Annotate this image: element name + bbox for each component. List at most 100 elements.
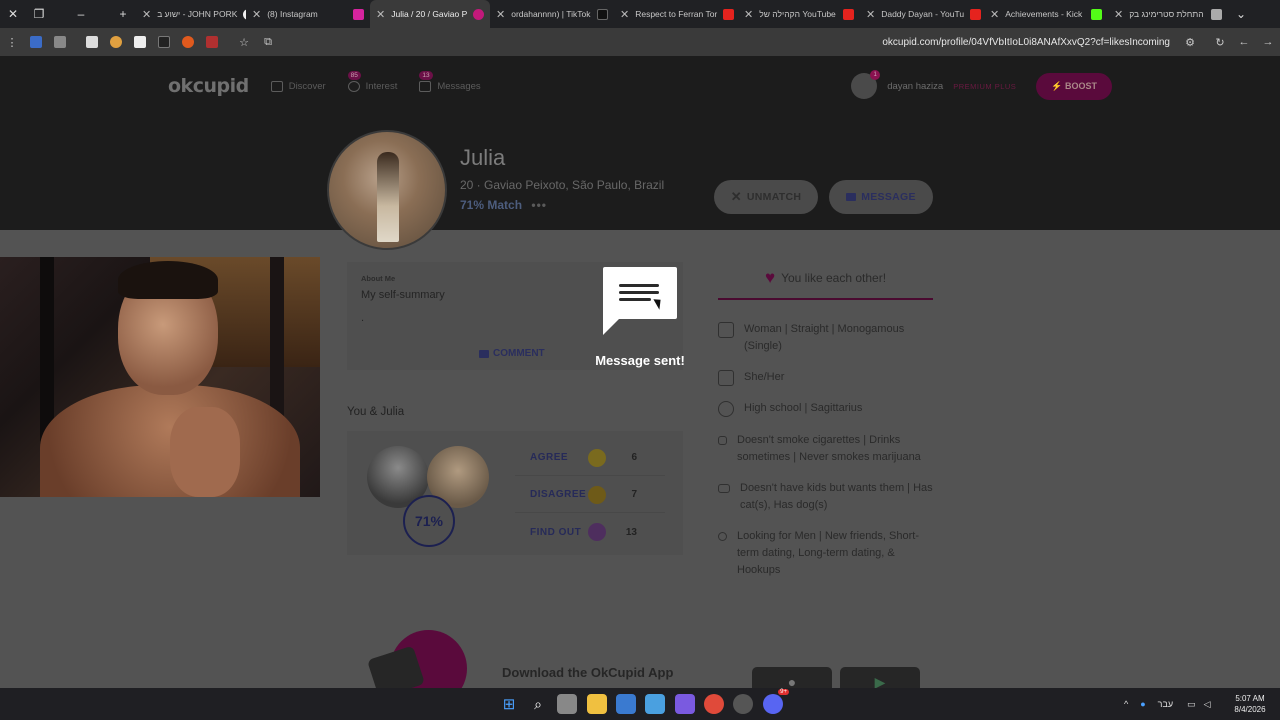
tab-close-icon[interactable]: ✕ <box>142 8 151 21</box>
nav-messages[interactable]: 13 Messages <box>419 70 481 92</box>
tab-title: (8) Instagram <box>267 9 318 19</box>
crystal-ball-icon <box>588 523 606 541</box>
tab-close-icon[interactable]: ✕ <box>1114 8 1123 21</box>
browser-tab[interactable]: ✕ Respect to Ferran Tor <box>614 0 738 28</box>
extension-icon[interactable] <box>134 36 146 48</box>
bubble-line <box>619 284 659 287</box>
google-play-button[interactable]: ▶ <box>840 667 920 688</box>
message-sent-bubble-icon <box>603 267 677 319</box>
disagree-row[interactable]: DISAGREE 7 <box>515 477 665 513</box>
app-icon[interactable] <box>733 694 753 714</box>
windows-taskbar: ⊞ ⌕ 9+ ^ ● עבר ▭ ◁ 5:07 AM 8/4/2026 <box>0 688 1280 720</box>
detail-text: Doesn't have kids but wants them | Has c… <box>740 482 933 511</box>
network-icon[interactable]: ▭ <box>1187 699 1196 710</box>
tab-title: ישוע ב - JOHN PORK <box>157 9 238 19</box>
start-icon[interactable]: ⊞ <box>499 694 519 714</box>
smile-emoji-icon <box>588 448 606 467</box>
search-icon[interactable]: ⌕ <box>528 694 548 714</box>
tab-close-icon[interactable]: ✕ <box>744 8 753 21</box>
new-tab-icon[interactable]: + <box>110 0 136 28</box>
detail-text: Looking for Men | New friends, Short-ter… <box>737 530 919 576</box>
restore-window-icon[interactable]: ❐ <box>26 0 52 28</box>
reload-icon[interactable]: ↻ <box>1208 28 1232 56</box>
tray-expand-icon[interactable]: ^ <box>1124 699 1128 709</box>
find-out-row[interactable]: FIND OUT 13 <box>515 514 665 550</box>
detail-family: Doesn't have kids but wants them | Has c… <box>718 480 933 514</box>
microphone-icon[interactable]: ● <box>1140 699 1145 709</box>
heart-icon: ♥ <box>764 268 776 287</box>
browser-tab[interactable]: ✕ (8) Instagram <box>246 0 370 28</box>
profile-photo[interactable] <box>327 130 447 250</box>
drink-icon <box>718 436 727 445</box>
detail-pronouns: She/Her <box>718 369 933 386</box>
store-icon[interactable] <box>616 694 636 714</box>
extension-icon[interactable] <box>30 36 42 48</box>
browser-tab[interactable]: ✕ Daddy Dayan - YouTu <box>860 0 984 28</box>
extension-icon[interactable] <box>182 36 194 48</box>
app-icon[interactable] <box>675 694 695 714</box>
tab-close-icon[interactable]: ✕ <box>252 8 261 21</box>
clock[interactable]: 5:07 AM 8/4/2026 <box>1228 693 1272 715</box>
detail-habits: Doesn't smoke cigarettes | Drinks someti… <box>718 432 933 466</box>
minimize-window-icon[interactable]: – <box>52 0 110 28</box>
tab-close-icon[interactable]: ✕ <box>620 8 629 21</box>
message-label: MESSAGE <box>861 191 916 203</box>
webcam-overlay <box>0 257 320 497</box>
unmatch-button[interactable]: ✕ UNMATCH <box>714 180 818 214</box>
task-view-icon[interactable] <box>557 694 577 714</box>
tab-close-icon[interactable]: ✕ <box>866 8 875 21</box>
app-store-button[interactable]: ● <box>752 667 832 688</box>
detail-looking-for: Looking for Men | New friends, Short-ter… <box>718 528 933 579</box>
address-bar[interactable]: okcupid.com/profile/04VfVbItIoL0i8ANAfXx… <box>882 37 1170 48</box>
browser-tab[interactable]: ✕ Achievements - Kick <box>984 0 1108 28</box>
okcupid-logo[interactable]: okcupid <box>168 75 249 97</box>
tab-search-chevron-icon[interactable]: ⌄ <box>1228 0 1254 28</box>
nav-interest[interactable]: 85 Interest <box>347 70 397 92</box>
message-button[interactable]: MESSAGE <box>829 180 933 214</box>
extension-icon[interactable] <box>54 36 66 48</box>
install-app-icon[interactable]: ⧉ <box>256 28 280 56</box>
detail-identity: Woman | Straight | Monogamous (Single) <box>718 321 933 355</box>
extension-icon[interactable] <box>158 36 170 48</box>
detail-text: She/Her <box>744 371 785 383</box>
unmatch-label: UNMATCH <box>746 191 802 203</box>
more-options-icon[interactable]: ••• <box>531 198 547 212</box>
extension-icon[interactable] <box>206 36 218 48</box>
file-explorer-icon[interactable] <box>587 694 607 714</box>
clock-time: 5:07 AM <box>1235 694 1265 703</box>
menu-dots-icon[interactable]: ⋮ <box>0 28 24 56</box>
notification-badge: 1 <box>870 70 881 80</box>
browser-tab-active[interactable]: ✕ Julia / 20 / Gaviao Pe <box>370 0 490 28</box>
bookmark-star-icon[interactable]: ☆ <box>232 28 256 56</box>
comment-button[interactable]: COMMENT <box>479 348 545 359</box>
discord-icon[interactable]: 9+ <box>763 689 789 714</box>
site-settings-icon[interactable]: ⚙ <box>1178 28 1202 56</box>
close-window-icon[interactable]: ✕ <box>0 0 26 28</box>
volume-icon[interactable]: ◁ <box>1204 699 1211 710</box>
browser-tab[interactable]: ✕ הקהילה של YouTube <box>738 0 860 28</box>
browser-tab[interactable]: ✕ התחלת סטרימינג בק <box>1108 0 1228 28</box>
play-icon: ▶ <box>874 673 886 689</box>
browser-tab[interactable]: ✕ ordahannnn) | TikTok <box>490 0 614 28</box>
extension-icon[interactable] <box>86 36 98 48</box>
tab-title: Daddy Dayan - YouTu <box>881 9 965 19</box>
boost-button[interactable]: ⚡ BOOST <box>1036 72 1112 100</box>
chrome-icon[interactable] <box>704 694 724 714</box>
browser-tab[interactable]: ✕ ישוע ב - JOHN PORK <box>136 0 246 28</box>
tab-close-icon[interactable]: ✕ <box>376 8 385 21</box>
agree-label: AGREE <box>530 452 569 463</box>
language-indicator[interactable]: עבר <box>1158 699 1173 709</box>
extension-icon[interactable] <box>110 36 122 48</box>
avatar[interactable]: 1 <box>851 70 881 99</box>
discord-badge: 9+ <box>778 689 789 695</box>
nav-discover[interactable]: Discover <box>270 80 326 92</box>
back-icon[interactable]: ← <box>1232 28 1256 56</box>
mutual-like-banner: ♥ You like each other! <box>718 258 933 300</box>
photos-icon[interactable] <box>645 694 665 714</box>
tab-close-icon[interactable]: ✕ <box>496 8 505 21</box>
agree-row[interactable]: AGREE 6 <box>515 440 665 476</box>
forward-icon[interactable]: → <box>1256 28 1280 56</box>
user-name[interactable]: dayan haziza <box>887 81 943 92</box>
photo-figure <box>377 152 399 242</box>
tab-close-icon[interactable]: ✕ <box>990 8 999 21</box>
